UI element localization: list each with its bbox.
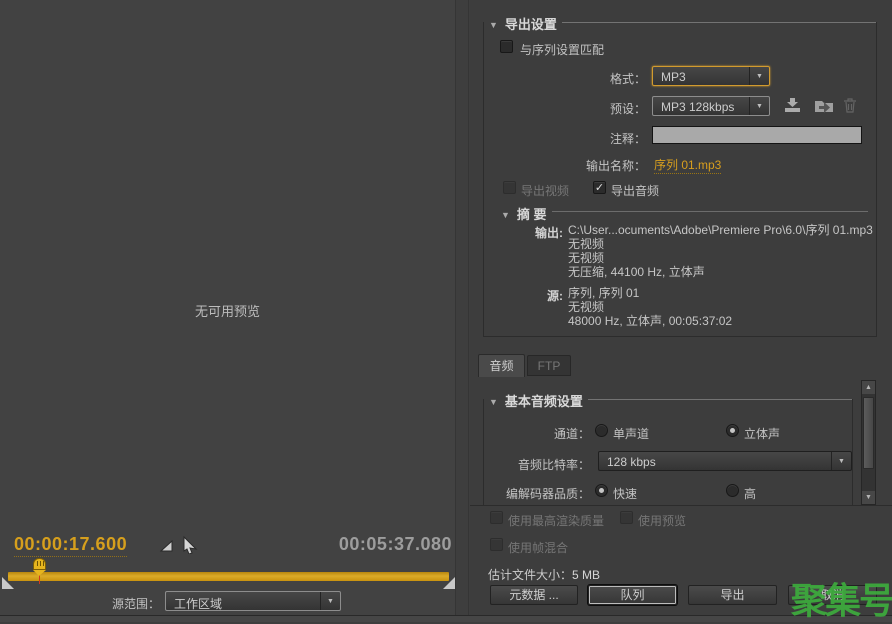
format-label: 格式： xyxy=(470,70,646,87)
output-name-label: 输出名称： xyxy=(470,157,646,174)
output-name-link[interactable]: 序列 01.mp3 xyxy=(654,156,721,174)
panel-divider-line xyxy=(468,0,469,622)
source-range-dropdown[interactable]: 工作区域 ▼ xyxy=(165,591,341,611)
timeline-bar[interactable] xyxy=(8,572,449,581)
bitrate-label: 音频比特率： xyxy=(470,456,590,473)
tab-audio[interactable]: 音频 xyxy=(478,354,525,377)
collapse-triangle-icon: ▼ xyxy=(489,20,498,30)
no-preview-text: 无可用预览 xyxy=(0,301,455,320)
save-preset-icon[interactable] xyxy=(783,97,802,119)
preset-dropdown[interactable]: MP3 128kbps ▼ xyxy=(652,96,770,116)
channel-mono-label: 单声道 xyxy=(613,425,649,442)
use-previews-checkbox[interactable] xyxy=(620,511,633,524)
summary-rule xyxy=(530,211,868,212)
current-timecode[interactable]: 00:00:17.600 xyxy=(14,534,127,557)
export-settings-panel: ▼导出设置 与序列设置匹配 格式： MP3 ▼ 预设： MP3 128kbps … xyxy=(470,0,892,622)
preset-value: MP3 128kbps xyxy=(661,100,734,114)
use-previews-label: 使用预览 xyxy=(638,512,686,529)
bitrate-value: 128 kbps xyxy=(607,455,656,469)
cursor-artifact-icon xyxy=(158,537,175,559)
footer-separator xyxy=(470,505,892,506)
summary-source-lines: 序列, 序列 01 无视频 48000 Hz, 立体声, 00:05:37:02 xyxy=(568,286,732,328)
audio-tab-content: ▼基本音频设置 通道： 单声道 立体声 音频比特率： 128 kbps ▼ 编解… xyxy=(470,377,892,505)
use-frame-blending-checkbox[interactable] xyxy=(490,538,503,551)
source-range-label: 源范围： xyxy=(112,595,160,612)
quality-high-label: 高 xyxy=(744,485,756,502)
export-settings-rule xyxy=(510,22,876,23)
export-settings-header[interactable]: ▼导出设置 xyxy=(484,14,562,33)
export-video-checkbox[interactable] xyxy=(503,181,516,194)
quality-fast-label: 快速 xyxy=(613,485,637,502)
playhead[interactable] xyxy=(33,558,46,570)
panel-divider[interactable] xyxy=(455,0,456,622)
preset-label: 预设： xyxy=(470,100,646,117)
format-value: MP3 xyxy=(661,70,686,84)
estimated-size: 估计文件大小：5 MB xyxy=(488,566,600,583)
dropdown-arrow-icon: ▼ xyxy=(320,592,340,610)
dropdown-arrow-icon: ▼ xyxy=(831,452,851,470)
window-bottom-edge xyxy=(0,615,892,622)
format-dropdown[interactable]: MP3 ▼ xyxy=(652,66,770,86)
quality-fast-radio[interactable] xyxy=(595,484,608,497)
collapse-triangle-icon: ▼ xyxy=(501,210,510,220)
watermark: 聚集号 xyxy=(791,572,892,624)
export-video-label: 导出视频 xyxy=(521,182,569,199)
match-sequence-label: 与序列设置匹配 xyxy=(520,41,604,58)
use-frame-blending-label: 使用帧混合 xyxy=(508,539,568,556)
scrollbar[interactable]: ▲ ▼ xyxy=(861,380,876,505)
quality-high-radio[interactable] xyxy=(726,484,739,497)
playhead-tip xyxy=(33,570,46,576)
basic-audio-header[interactable]: ▼基本音频设置 xyxy=(484,391,588,410)
codec-quality-label: 编解码器品质： xyxy=(470,485,590,502)
channel-stereo-label: 立体声 xyxy=(744,425,780,442)
scroll-down-icon[interactable]: ▼ xyxy=(862,491,875,504)
source-range-value: 工作区域 xyxy=(174,595,222,612)
collapse-triangle-icon: ▼ xyxy=(489,397,498,407)
channel-stereo-radio[interactable] xyxy=(726,424,739,437)
summary-source-label: 源: xyxy=(470,287,563,304)
channels-label: 通道： xyxy=(470,425,590,442)
import-preset-icon[interactable] xyxy=(813,97,835,119)
export-button[interactable]: 导出 xyxy=(688,585,777,605)
duration-timecode: 00:05:37.080 xyxy=(250,534,452,555)
timeline-right-handle[interactable] xyxy=(443,577,455,589)
comment-label: 注释： xyxy=(470,130,646,147)
dropdown-arrow-icon: ▼ xyxy=(749,97,769,115)
bitrate-dropdown[interactable]: 128 kbps ▼ xyxy=(598,451,852,471)
delete-preset-icon[interactable] xyxy=(842,97,858,119)
match-sequence-checkbox[interactable] xyxy=(500,40,513,53)
queue-button[interactable]: 队列 xyxy=(588,585,677,605)
cursor-arrow-icon xyxy=(181,535,199,559)
timeline-left-handle[interactable] xyxy=(2,577,14,589)
summary-header[interactable]: ▼摘 要 xyxy=(496,204,552,223)
summary-output-label: 输出: xyxy=(470,224,563,241)
scrollbar-thumb[interactable] xyxy=(863,397,874,469)
dropdown-arrow-icon: ▼ xyxy=(749,67,769,85)
comment-input[interactable] xyxy=(652,126,862,144)
checkmark-icon: ✓ xyxy=(595,182,604,194)
use-max-quality-label: 使用最高渲染质量 xyxy=(508,512,604,529)
use-max-quality-checkbox[interactable] xyxy=(490,511,503,524)
tab-ftp[interactable]: FTP xyxy=(527,355,571,376)
scroll-up-icon[interactable]: ▲ xyxy=(862,381,875,394)
metadata-button[interactable]: 元数据 ... xyxy=(490,585,578,605)
export-audio-label: 导出音频 xyxy=(611,182,659,199)
preview-panel: 无可用预览 00:00:17.600 00:05:37.080 源范围： 工作区… xyxy=(0,0,455,622)
estimated-size-value: 5 MB xyxy=(572,568,600,582)
channel-mono-radio[interactable] xyxy=(595,424,608,437)
export-audio-checkbox[interactable]: ✓ xyxy=(593,181,606,194)
summary-output-lines: C:\User...ocuments\Adobe\Premiere Pro\6.… xyxy=(568,223,873,279)
